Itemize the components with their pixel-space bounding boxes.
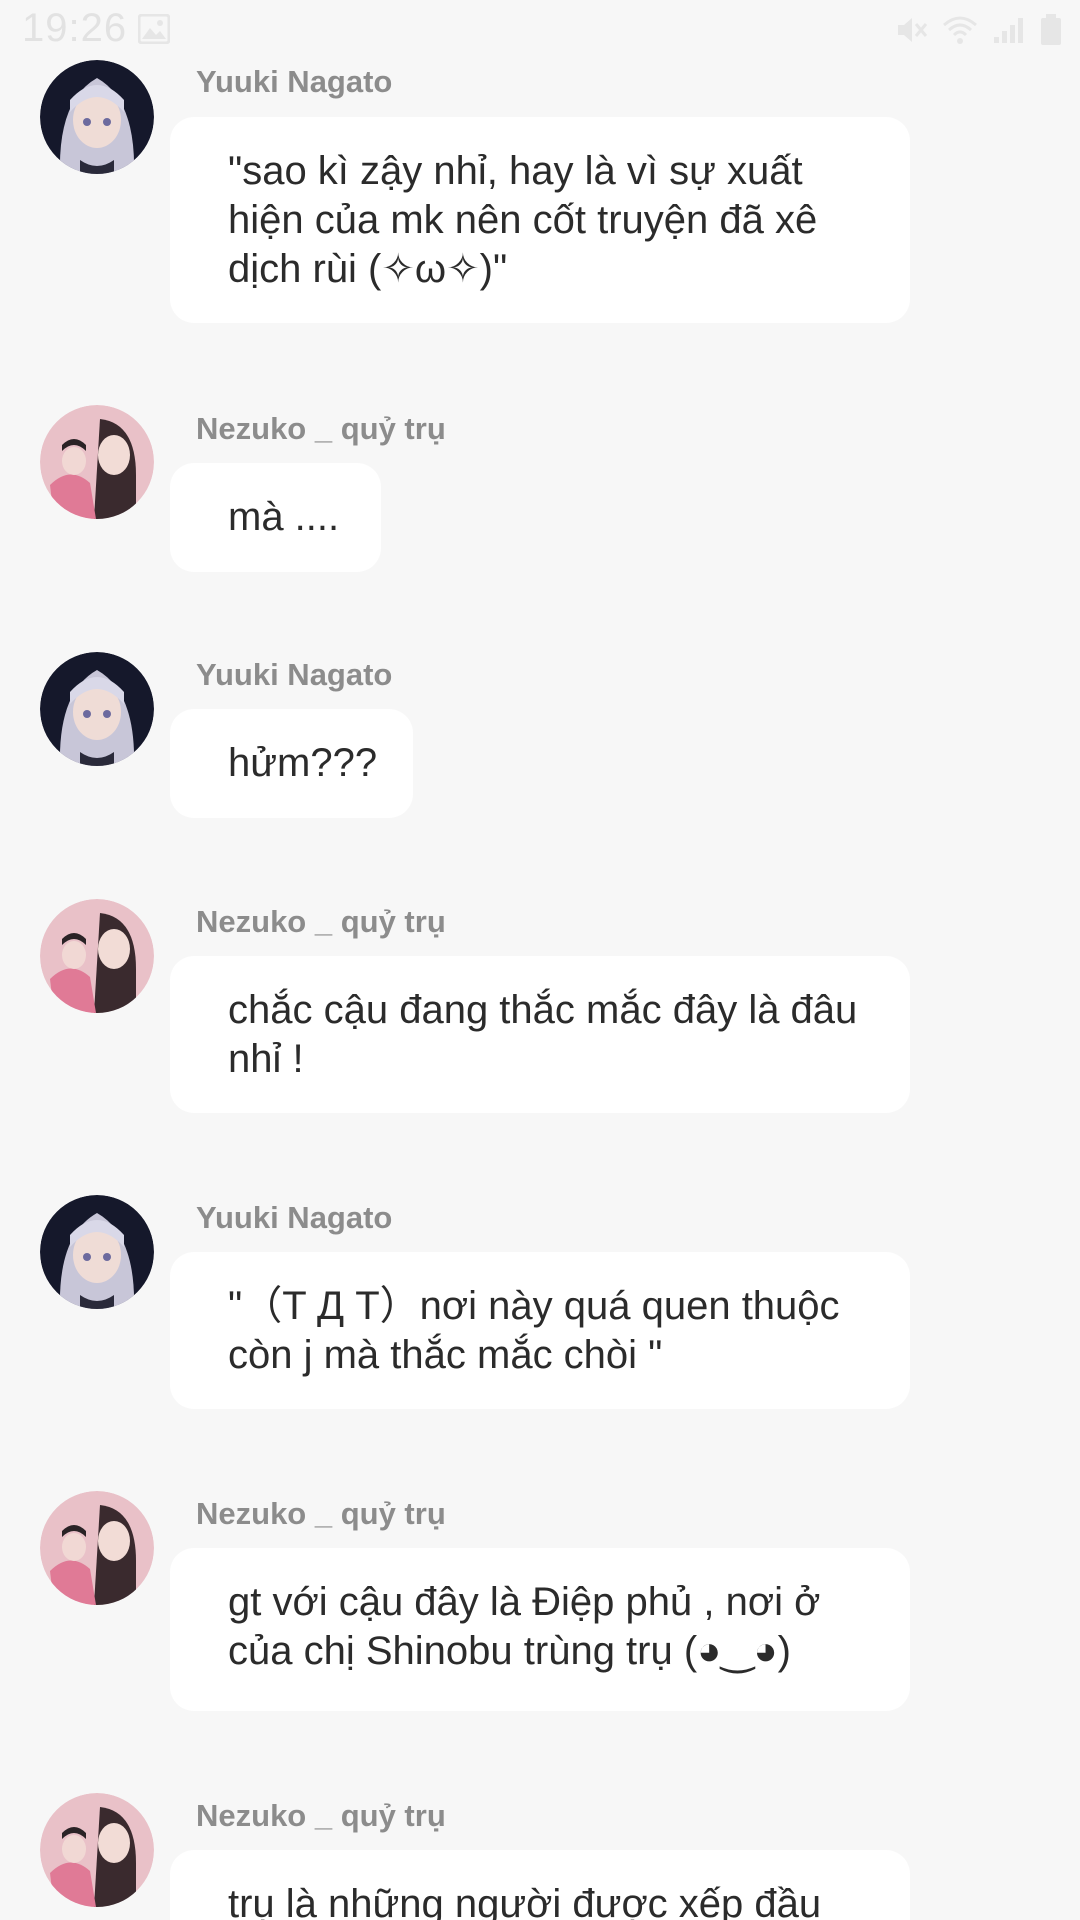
- message-bubble[interactable]: trụ là những người được xếp đầu: [170, 1850, 910, 1920]
- message-bubble[interactable]: hửm???: [170, 709, 413, 818]
- nezuko-avatar[interactable]: [40, 1491, 154, 1605]
- sender-name: Yuuki Nagato: [196, 1200, 393, 1235]
- message-bubble[interactable]: "sao kì zậy nhỉ, hay là vì sự xuất hiện …: [170, 117, 910, 323]
- sender-name: Nezuko _ quỷ trụ: [196, 411, 446, 446]
- message-bubble[interactable]: chắc cậu đang thắc mắc đây là đâu nhỉ !: [170, 956, 910, 1113]
- yuuki-avatar[interactable]: [40, 60, 154, 174]
- message-bubble[interactable]: mà ....: [170, 463, 381, 572]
- nezuko-avatar[interactable]: [40, 899, 154, 1013]
- message-bubble[interactable]: gt với cậu đây là Điệp phủ , nơi ở của c…: [170, 1548, 910, 1711]
- signal-icon: [992, 15, 1026, 45]
- nezuko-avatar[interactable]: [40, 405, 154, 519]
- sender-name: Nezuko _ quỷ trụ: [196, 904, 446, 939]
- nezuko-avatar[interactable]: [40, 1793, 154, 1907]
- sender-name: Nezuko _ quỷ trụ: [196, 1496, 446, 1531]
- status-icons: [894, 14, 1062, 46]
- status-time: 19:26: [22, 6, 128, 50]
- mute-icon: [894, 15, 928, 45]
- status-bar: 19:26: [0, 0, 1080, 62]
- wifi-icon: [942, 15, 978, 45]
- sender-name: Yuuki Nagato: [196, 657, 393, 692]
- battery-icon: [1040, 14, 1062, 46]
- sender-name: Yuuki Nagato: [196, 64, 393, 99]
- gallery-icon: [137, 13, 171, 45]
- sender-name: Nezuko _ quỷ trụ: [196, 1798, 446, 1833]
- yuuki-avatar[interactable]: [40, 652, 154, 766]
- yuuki-avatar[interactable]: [40, 1195, 154, 1309]
- message-bubble[interactable]: "（T Д T）nơi này quá quen thuộc còn j mà …: [170, 1252, 910, 1409]
